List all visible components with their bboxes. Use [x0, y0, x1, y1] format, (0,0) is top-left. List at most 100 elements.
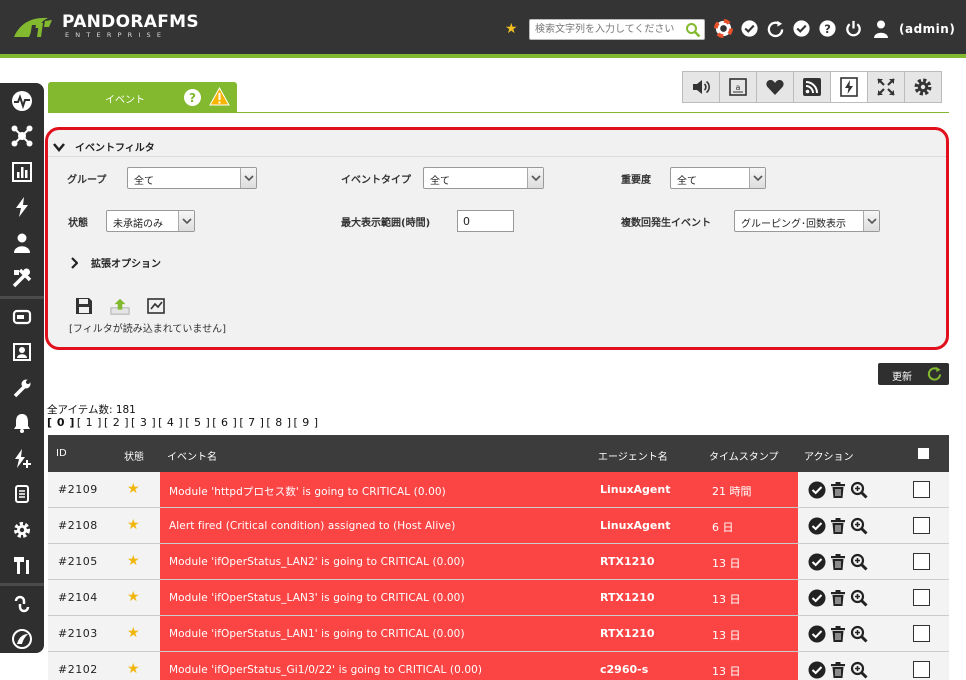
trash-icon[interactable] [829, 625, 847, 643]
validate-icon[interactable] [808, 517, 826, 535]
sidebar-item-reports[interactable] [0, 154, 44, 190]
page-link[interactable]: [ 3 ] [131, 416, 156, 429]
check-circle-icon-2[interactable] [792, 19, 811, 38]
user-name[interactable]: (admin) [899, 22, 955, 36]
zoom-detail-icon[interactable] [850, 481, 868, 499]
trash-icon[interactable] [829, 553, 847, 571]
sidebar-item-agents[interactable] [0, 299, 44, 335]
page-link[interactable]: [ 9 ] [294, 416, 319, 429]
sidebar-item-events[interactable] [0, 190, 44, 226]
validate-icon[interactable] [808, 553, 826, 571]
validate-icon[interactable] [808, 661, 826, 679]
table-row[interactable]: #2108 ★ Alert fired (Critical condition)… [48, 508, 949, 544]
table-row[interactable]: #2105 ★ Module 'ifOperStatus_LAN2' is go… [48, 544, 949, 580]
col-event-name[interactable]: イベント名 [167, 448, 217, 463]
col-id[interactable]: ID [56, 448, 67, 459]
refresh-icon[interactable] [766, 19, 785, 38]
rss-button[interactable] [793, 71, 831, 103]
sidebar-item-tools[interactable] [0, 261, 44, 297]
favorite-star-icon[interactable]: ★ [505, 21, 518, 37]
trash-icon[interactable] [829, 661, 847, 679]
page-link[interactable]: [ 4 ] [158, 416, 183, 429]
page-link[interactable]: [ 5 ] [185, 416, 210, 429]
col-timestamp[interactable]: タイムスタンプ [709, 448, 779, 463]
row-checkbox[interactable] [913, 589, 930, 606]
filter-chart-icon[interactable] [146, 296, 166, 316]
lifebuoy-icon[interactable] [714, 19, 733, 38]
validate-icon[interactable] [808, 589, 826, 607]
sidebar-item-alerts[interactable] [0, 406, 44, 442]
fullscreen-button[interactable] [867, 71, 905, 103]
trash-icon[interactable] [829, 517, 847, 535]
agent-name[interactable]: RTX1210 [600, 591, 655, 604]
sidebar-item-servers[interactable] [0, 477, 44, 513]
select-all-checkbox[interactable] [918, 448, 929, 459]
pandora-logo[interactable]: PANDORAFMS ENTERPRISE [12, 14, 199, 39]
row-checkbox[interactable] [913, 481, 930, 498]
group-select[interactable]: 全て [127, 167, 257, 189]
check-circle-icon[interactable] [740, 19, 759, 38]
sidebar-item-event-config[interactable] [0, 441, 44, 477]
severity-select[interactable]: 全て [670, 167, 766, 189]
user-icon[interactable] [872, 19, 890, 39]
search-input[interactable] [530, 20, 680, 39]
row-checkbox[interactable] [913, 661, 930, 678]
sidebar-item-users[interactable] [0, 225, 44, 261]
update-button[interactable]: 更新 [878, 363, 949, 385]
status-select[interactable]: 未承諾のみ [106, 210, 195, 232]
history-view-button[interactable]: a [719, 71, 757, 103]
save-filter-icon[interactable] [74, 296, 94, 316]
table-row[interactable]: #2102 ★ Module 'ifOperStatus_Gi1/0/22' i… [48, 652, 949, 680]
repeat-select[interactable]: グルーピング･回数表示 [734, 210, 880, 232]
zoom-detail-icon[interactable] [850, 517, 868, 535]
settings-button[interactable] [904, 71, 942, 103]
page-link[interactable]: [ 7 ] [239, 416, 264, 429]
zoom-detail-icon[interactable] [850, 553, 868, 571]
sound-alert-button[interactable] [682, 71, 720, 103]
page-link[interactable]: [ 2 ] [104, 416, 129, 429]
agent-name[interactable]: LinuxAgent [600, 519, 670, 532]
row-checkbox[interactable] [913, 625, 930, 642]
validate-icon[interactable] [808, 481, 826, 499]
event-type-select[interactable]: 全て [423, 167, 544, 189]
row-checkbox[interactable] [913, 553, 930, 570]
sidebar-item-admin-tools[interactable] [0, 548, 44, 584]
search-icon[interactable] [685, 22, 701, 38]
agent-name[interactable]: RTX1210 [600, 627, 655, 640]
col-agent-name[interactable]: エージェント名 [598, 448, 668, 463]
event-name[interactable]: Alert fired (Critical condition) assigne… [169, 520, 455, 532]
page-link[interactable]: [ 6 ] [212, 416, 237, 429]
col-status[interactable]: 状態 [124, 448, 144, 463]
event-name[interactable]: Module 'ifOperStatus_LAN3' is going to C… [169, 592, 465, 604]
zoom-detail-icon[interactable] [850, 589, 868, 607]
max-hours-input[interactable] [457, 210, 514, 232]
trash-icon[interactable] [829, 589, 847, 607]
page-link[interactable]: [ 0 ] [47, 416, 75, 429]
filter-header[interactable]: イベントフィルタ [53, 139, 155, 154]
warning-icon[interactable] [209, 87, 230, 106]
event-name[interactable]: Module 'ifOperStatus_LAN2' is going to C… [169, 556, 465, 568]
zoom-detail-icon[interactable] [850, 661, 868, 679]
sidebar-item-links[interactable] [0, 586, 44, 622]
sidebar-item-settings[interactable] [0, 512, 44, 548]
sidebar-item-network[interactable] [0, 119, 44, 155]
agent-name[interactable]: c2960-s [600, 663, 648, 676]
table-row[interactable]: #2104 ★ Module 'ifOperStatus_LAN3' is go… [48, 580, 949, 616]
sidebar-item-setup[interactable] [0, 370, 44, 406]
event-name[interactable]: Module 'ifOperStatus_LAN1' is going to C… [169, 628, 465, 640]
help-icon[interactable]: ? [818, 19, 837, 38]
page-link[interactable]: [ 8 ] [266, 416, 291, 429]
event-name[interactable]: Module 'ifOperStatus_Gi1/0/22' is going … [169, 664, 482, 676]
trash-icon[interactable] [829, 481, 847, 499]
sidebar-item-profiles[interactable] [0, 335, 44, 371]
table-row[interactable]: #2109 ★ Module 'httpdプロセス数' is going to … [48, 472, 949, 508]
events-view-button[interactable] [830, 71, 868, 103]
row-checkbox[interactable] [913, 517, 930, 534]
power-icon[interactable] [844, 19, 863, 38]
zoom-detail-icon[interactable] [850, 625, 868, 643]
validate-icon[interactable] [808, 625, 826, 643]
table-row[interactable]: #2103 ★ Module 'ifOperStatus_LAN1' is go… [48, 616, 949, 652]
load-filter-icon[interactable] [110, 296, 130, 316]
event-name[interactable]: Module 'httpdプロセス数' is going to CRITICAL… [169, 484, 446, 499]
sidebar-item-monitoring[interactable] [0, 83, 44, 119]
